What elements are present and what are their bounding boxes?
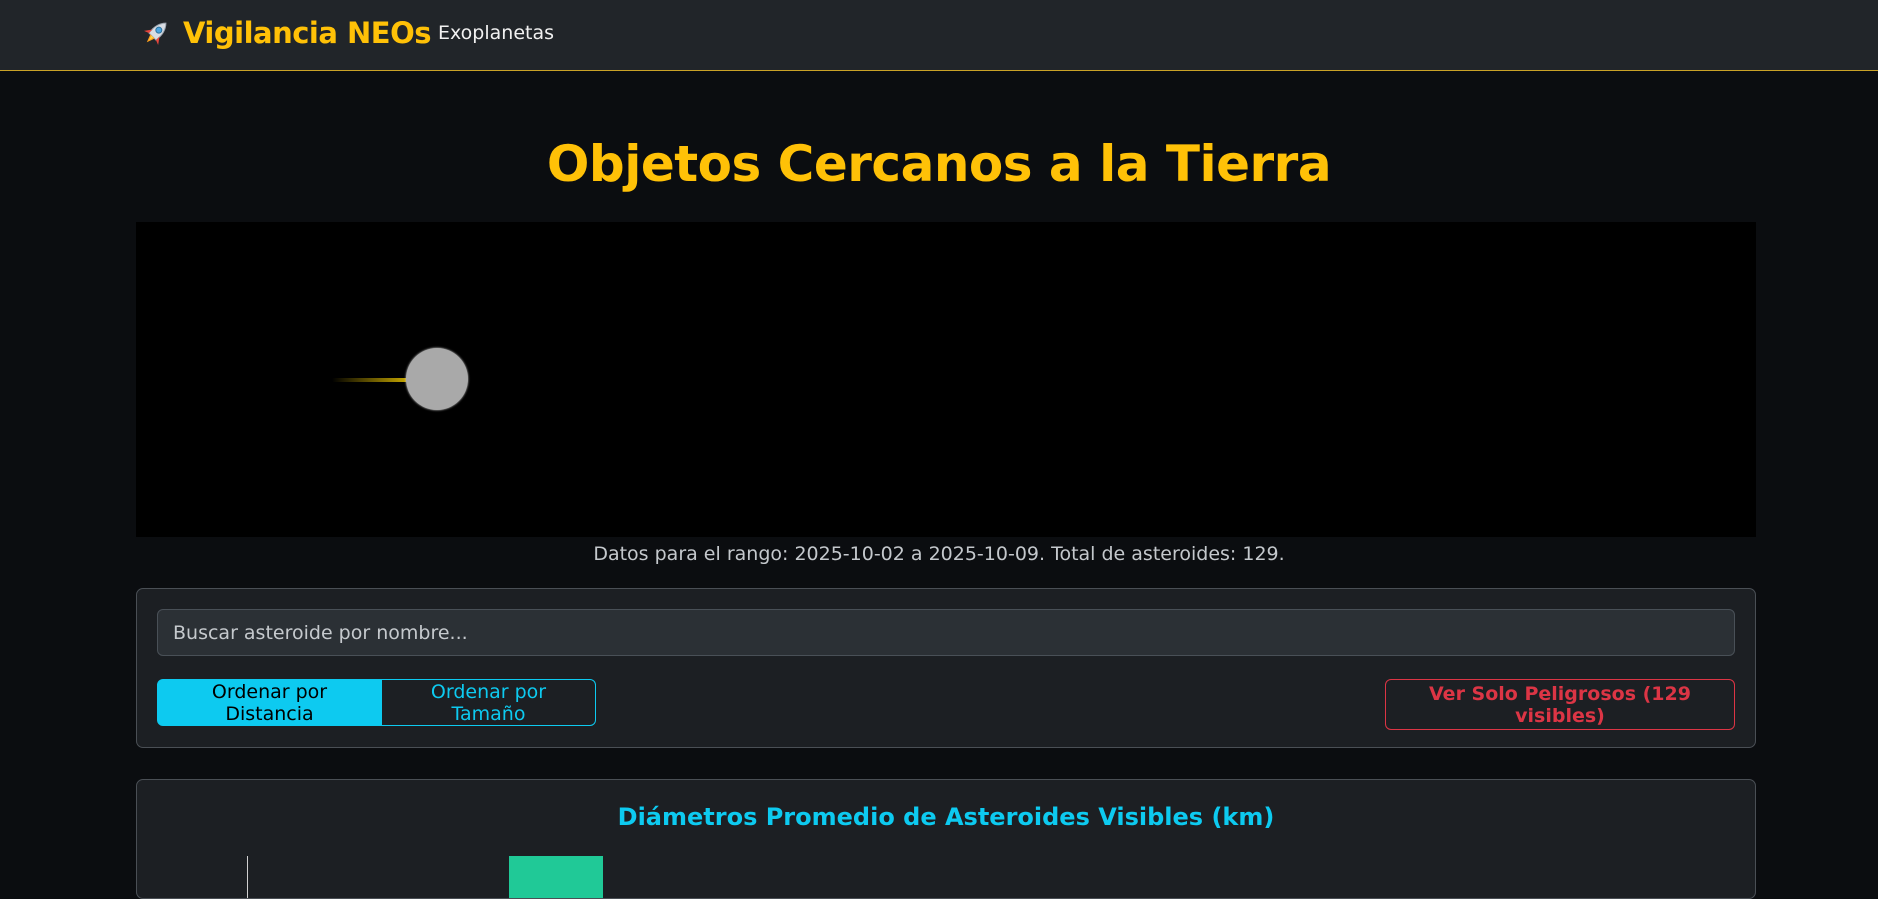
brand-title: Vigilancia NEOs [183,16,432,50]
brand-link[interactable]: Vigilancia NEOs [139,14,432,52]
asteroid-sphere[interactable] [406,348,468,410]
chart-title: Diámetros Promedio de Asteroides Visible… [617,803,1275,831]
chart-bar[interactable] [509,856,603,898]
date-range-summary: Datos para el rango: 2025-10-02 a 2025-1… [593,543,1285,565]
show-hazardous-only-button[interactable]: Ver Solo Peligrosos (129 visibles) [1385,679,1735,730]
sort-by-size-button[interactable]: Ordenar por Tamaño [382,679,596,726]
neo-visualization-canvas[interactable] [136,222,1756,537]
top-navbar: Vigilancia NEOs Exoplanetas [0,0,1878,71]
diameter-chart-card: Diámetros Promedio de Asteroides Visible… [136,779,1756,899]
rocket-icon [139,16,173,50]
chart-y-axis [247,856,248,898]
asteroid-search-input[interactable] [157,609,1735,656]
sort-by-distance-button[interactable]: Ordenar por Distancia [157,679,382,726]
controls-card: Ordenar por Distancia Ordenar por Tamaño… [136,588,1756,748]
page-title: Objetos Cercanos a la Tierra [546,135,1332,193]
nav-link-exoplanetas[interactable]: Exoplanetas [438,21,554,45]
sort-button-group: Ordenar por Distancia Ordenar por Tamaño [157,679,596,726]
